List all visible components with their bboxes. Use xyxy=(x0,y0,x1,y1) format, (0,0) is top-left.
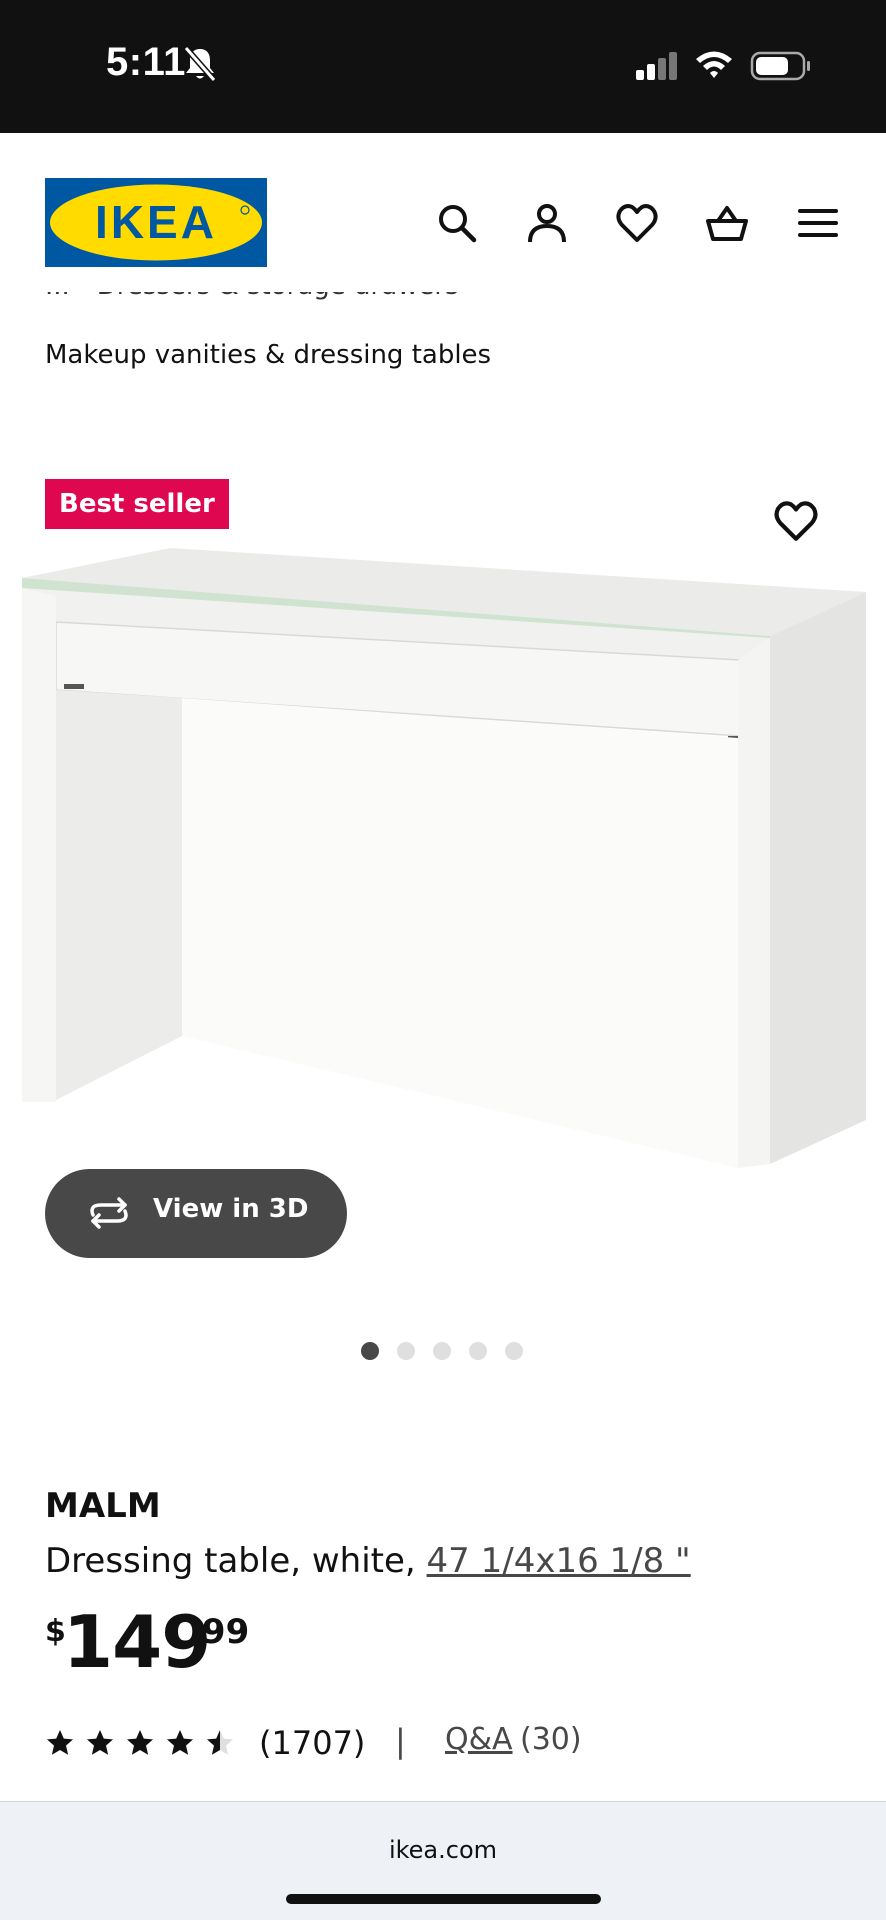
product-description: Dressing table, white, 47 1/4x16 1/8 " xyxy=(45,1541,691,1581)
browser-url-bar[interactable]: ikea.com xyxy=(0,1801,886,1920)
carousel-dot[interactable] xyxy=(361,1342,379,1360)
status-time: 5:11 xyxy=(106,40,186,84)
signal-icon xyxy=(636,52,677,80)
svg-text:IKEA: IKEA xyxy=(95,196,217,248)
breadcrumb[interactable]: ... › Dressers & storage drawers › xyxy=(45,292,477,320)
ikea-logo[interactable]: IKEA xyxy=(45,178,267,267)
price-decimal: .99 xyxy=(189,1612,250,1652)
menu-icon[interactable] xyxy=(796,201,840,245)
wifi-icon xyxy=(696,51,732,78)
qa-link[interactable]: Q&A xyxy=(445,1722,513,1757)
star-full-icon xyxy=(127,1730,153,1755)
carousel-dot[interactable] xyxy=(433,1342,451,1360)
heart-icon[interactable] xyxy=(615,201,659,245)
battery-icon xyxy=(750,51,810,81)
size-link[interactable]: 47 1/4x16 1/8 " xyxy=(427,1541,691,1581)
star-full-icon xyxy=(47,1730,73,1755)
view-in-3d-button[interactable]: View in 3D xyxy=(45,1169,347,1258)
carousel-dot[interactable] xyxy=(397,1342,415,1360)
status-bar: 5:11 xyxy=(0,0,886,133)
star-full-icon xyxy=(87,1730,113,1755)
rating-row: (1707) | Q&A (30) xyxy=(45,1720,845,1770)
product-image[interactable] xyxy=(0,540,886,1220)
search-icon[interactable] xyxy=(435,201,479,245)
url-text[interactable]: ikea.com xyxy=(0,1836,886,1864)
bell-slash-icon xyxy=(183,46,217,82)
qa-count: (30) xyxy=(520,1722,582,1757)
breadcrumb-partial[interactable]: ... › Dressers & storage drawers › xyxy=(45,292,477,300)
best-seller-badge: Best seller xyxy=(45,479,229,529)
carousel-dot[interactable] xyxy=(469,1342,487,1360)
rating-count[interactable]: (1707) xyxy=(259,1724,365,1762)
carousel-dot[interactable] xyxy=(505,1342,523,1360)
favorite-heart-icon[interactable] xyxy=(773,498,819,544)
star-half-icon xyxy=(207,1730,233,1755)
rotate-3d-icon xyxy=(90,1197,128,1229)
account-icon[interactable] xyxy=(525,201,569,245)
product-name: MALM xyxy=(45,1486,161,1526)
view-in-3d-label: View in 3D xyxy=(153,1194,309,1224)
product-description-text: Dressing table, white, xyxy=(45,1541,427,1581)
site-header: IKEA xyxy=(0,133,886,293)
separator: | xyxy=(395,1722,406,1760)
breadcrumb-current[interactable]: Makeup vanities & dressing tables xyxy=(45,340,491,370)
star-full-icon xyxy=(167,1730,193,1755)
home-indicator[interactable] xyxy=(286,1894,601,1904)
basket-icon[interactable] xyxy=(705,201,749,245)
